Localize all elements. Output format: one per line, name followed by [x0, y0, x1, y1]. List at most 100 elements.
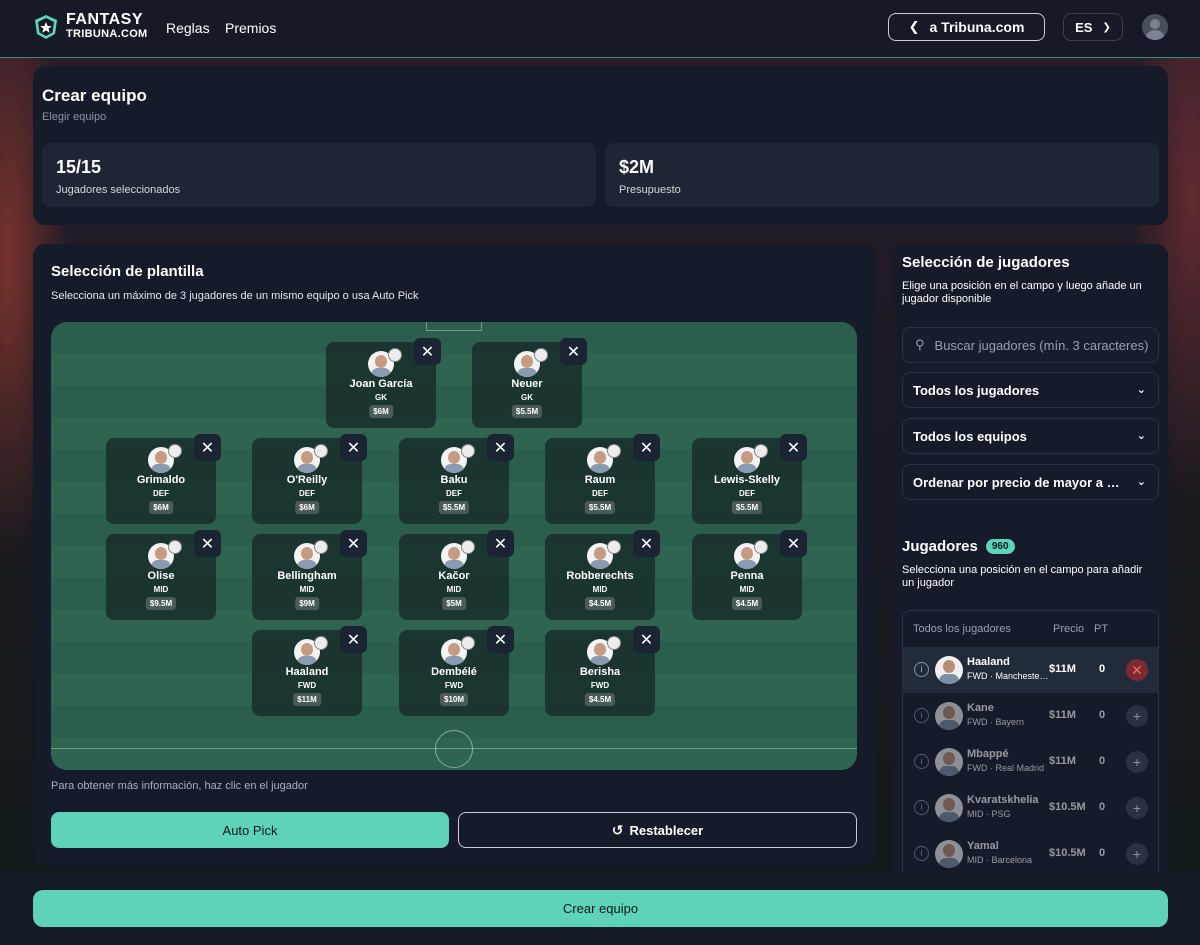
- player-position: FWD: [967, 671, 988, 681]
- pitch-player-card[interactable]: ✕ Neuer GK $5.5M: [472, 338, 587, 428]
- pitch-player-card[interactable]: ✕ Bellingham MID $9M: [252, 530, 367, 620]
- remove-player-button[interactable]: ✕: [487, 530, 514, 557]
- add-player-button[interactable]: +: [1126, 705, 1148, 727]
- reset-icon: ↺: [611, 821, 624, 838]
- col-players[interactable]: Todos los jugadores: [913, 623, 1011, 635]
- squad-subtitle: Selecciona un máximo de 3 jugadores de u…: [51, 290, 419, 302]
- bottom-bar: Crear equipo: [0, 872, 1200, 945]
- remove-player-button[interactable]: ✕: [633, 626, 660, 653]
- club-crest-icon: [461, 636, 475, 650]
- pitch-player-card[interactable]: ✕ Baku DEF $5.5M: [399, 434, 514, 524]
- player-price: $5.5M: [511, 405, 543, 418]
- pitch-player-card[interactable]: ✕ Raum DEF $5.5M: [545, 434, 660, 524]
- remove-player-button[interactable]: ✕: [780, 530, 807, 557]
- player-position: MID: [967, 855, 984, 865]
- remove-player-button[interactable]: ✕: [780, 434, 807, 461]
- fantasy-tribuna-logo[interactable]: FANTASY TRIBUNA.COM: [34, 12, 148, 41]
- player-price: $9M: [295, 597, 319, 610]
- table-row[interactable]: i Haaland FWD · Manchester City$11M 0 ✕: [903, 647, 1158, 693]
- remove-player-button[interactable]: ✕: [194, 434, 221, 461]
- club-crest-icon: [607, 540, 621, 554]
- remove-player-button[interactable]: ✕: [487, 434, 514, 461]
- teams-filter-dropdown[interactable]: Todos los equipos ⌄: [902, 418, 1159, 454]
- back-to-tribuna-button[interactable]: ❮ a Tribuna.com: [888, 13, 1045, 41]
- create-team-button[interactable]: Crear equipo: [33, 890, 1168, 927]
- goal-box: [426, 322, 482, 331]
- info-icon[interactable]: i: [914, 662, 929, 677]
- player-position: GK: [375, 393, 387, 402]
- player-name: Baku: [440, 474, 468, 486]
- player-price: $4.5M: [584, 597, 616, 610]
- sort-dropdown[interactable]: Ordenar por precio de mayor a menor ⌄: [902, 464, 1159, 500]
- pitch-player-card[interactable]: ✕ Penna MID $4.5M: [692, 530, 807, 620]
- player-name: Dembélé: [431, 666, 477, 678]
- info-icon[interactable]: i: [914, 846, 929, 861]
- nav-link-premios[interactable]: Premios: [225, 20, 276, 36]
- chevron-down-icon: ⌄: [1136, 430, 1146, 442]
- player-price: $11M: [1049, 663, 1076, 675]
- player-position: DEF: [153, 489, 169, 498]
- player-photo: [935, 794, 963, 822]
- table-row[interactable]: i Kvaratskhelia MID · PSG $10.5M 0 +: [903, 785, 1158, 831]
- remove-player-button[interactable]: ✕: [1126, 659, 1148, 681]
- remove-player-button[interactable]: ✕: [633, 434, 660, 461]
- player-photo: [935, 748, 963, 776]
- reset-button[interactable]: ↺ Restablecer: [458, 812, 857, 848]
- player-position: MID: [592, 585, 608, 594]
- search-input[interactable]: ⚲ Buscar jugadores (mín. 3 caracteres): [902, 327, 1159, 363]
- players-filter-dropdown[interactable]: Todos los jugadores ⌄: [902, 372, 1159, 408]
- player-points: 0: [1099, 709, 1106, 721]
- selection-subtitle: Elige una posición en el campo y luego a…: [902, 280, 1142, 305]
- back-to-tribuna-label: a Tribuna.com: [929, 19, 1025, 35]
- players-selected-stat: 15/15 Jugadores seleccionados: [42, 143, 596, 207]
- pitch-player-card[interactable]: ✕ Olise MID $9.5M: [106, 530, 221, 620]
- table-row[interactable]: i Mbappé FWD · Real Madrid $11M 0 +: [903, 739, 1158, 785]
- user-avatar[interactable]: [1142, 14, 1168, 40]
- pitch-player-card[interactable]: ✕ Lewis-Skelly DEF $5.5M: [692, 434, 807, 524]
- remove-player-button[interactable]: ✕: [340, 626, 367, 653]
- club-crest-icon: [461, 444, 475, 458]
- info-icon[interactable]: i: [914, 708, 929, 723]
- pitch-player-card[interactable]: ✕ Robberechts MID $4.5M: [545, 530, 660, 620]
- player-name: Berisha: [579, 666, 621, 678]
- pitch-player-card[interactable]: ✕ Joan García GK $6M: [326, 338, 441, 428]
- remove-player-button[interactable]: ✕: [560, 338, 587, 365]
- remove-player-button[interactable]: ✕: [633, 530, 660, 557]
- player-price: $6M: [369, 405, 393, 418]
- player-name: Joan García: [349, 378, 413, 390]
- pitch-player-card[interactable]: ✕ Berisha FWD $4.5M: [545, 626, 660, 716]
- player-position: MID: [739, 585, 755, 594]
- col-points[interactable]: PT: [1094, 623, 1108, 635]
- stat-label: Jugadores seleccionados: [56, 184, 181, 196]
- add-player-button[interactable]: +: [1126, 797, 1148, 819]
- table-header: Todos los jugadores Precio PT: [903, 611, 1158, 647]
- remove-player-button[interactable]: ✕: [194, 530, 221, 557]
- pitch-player-card[interactable]: ✕ Grimaldo DEF $6M: [106, 434, 221, 524]
- add-player-button[interactable]: +: [1126, 843, 1148, 865]
- col-price[interactable]: Precio: [1053, 623, 1084, 635]
- remove-player-button[interactable]: ✕: [487, 626, 514, 653]
- remove-player-button[interactable]: ✕: [414, 338, 441, 365]
- player-position: FWD: [444, 681, 464, 690]
- remove-player-button[interactable]: ✕: [340, 434, 367, 461]
- nav-link-reglas[interactable]: Reglas: [166, 20, 210, 36]
- pitch-player-card[interactable]: ✕ O'Reilly DEF $6M: [252, 434, 367, 524]
- player-position: DEF: [446, 489, 462, 498]
- add-player-button[interactable]: +: [1126, 751, 1148, 773]
- info-icon[interactable]: i: [914, 800, 929, 815]
- player-name: Yamal: [967, 840, 999, 852]
- player-price: $6M: [149, 501, 173, 514]
- language-selector[interactable]: ES ❯: [1063, 13, 1123, 41]
- table-row[interactable]: i Kane FWD · Bayern $11M 0 +: [903, 693, 1158, 739]
- search-placeholder: Buscar jugadores (mín. 3 caracteres): [934, 337, 1149, 353]
- info-icon[interactable]: i: [914, 754, 929, 769]
- chevron-down-icon: ⌄: [1136, 476, 1146, 488]
- remove-player-button[interactable]: ✕: [340, 530, 367, 557]
- selection-title: Selección de jugadores: [902, 254, 1070, 271]
- player-position: MID: [446, 585, 462, 594]
- pitch-player-card[interactable]: ✕ Kačor MID $5M: [399, 530, 514, 620]
- table-row[interactable]: i Yamal MID · Barcelona $10.5M 0 +: [903, 831, 1158, 877]
- auto-pick-button[interactable]: Auto Pick: [51, 812, 449, 848]
- pitch-player-card[interactable]: ✕ Haaland FWD $11M: [252, 626, 367, 716]
- pitch-player-card[interactable]: ✕ Dembélé FWD $10M: [399, 626, 514, 716]
